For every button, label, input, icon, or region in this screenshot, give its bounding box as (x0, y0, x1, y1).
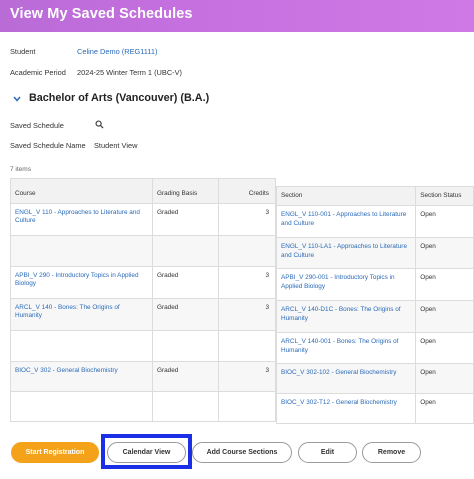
table-row: ARCL_V 140 - Bones: The Origins of Human… (10, 298, 276, 331)
credits-cell: 3 (218, 203, 276, 236)
course-link[interactable] (10, 391, 153, 422)
section-status-cell: Open (415, 268, 474, 302)
section-status-cell: Open (415, 363, 474, 395)
saved-schedule-name-value: Student View (94, 141, 138, 150)
section-link[interactable]: ENGL_V 110-LA1 - Approaches to Literatur… (275, 237, 417, 270)
course-link[interactable] (10, 235, 153, 267)
table-row: BIOC_V 302 - General Biochemistry Graded… (10, 361, 276, 392)
items-count: 7 items (10, 166, 31, 173)
highlight-box (101, 434, 192, 469)
section-status-cell: Open (415, 300, 474, 334)
page-header: View My Saved Schedules (0, 0, 474, 32)
grading-cell: Graded (152, 266, 219, 299)
student-label: Student (10, 47, 36, 56)
search-icon[interactable] (95, 120, 104, 129)
table-row: ENGL_V 110 - Approaches to Literature an… (10, 203, 276, 236)
section-status-cell: Open (415, 237, 474, 270)
add-course-sections-button[interactable]: Add Course Sections (192, 442, 292, 463)
table-row: ENGL_V 110-LA1 - Approaches to Literatur… (275, 237, 474, 270)
credits-column-header[interactable]: Credits (218, 178, 276, 204)
saved-schedule-name-label: Saved Schedule Name (10, 141, 86, 150)
credits-cell: 3 (218, 361, 276, 392)
grading-basis-column-header[interactable]: Grading Basis (152, 178, 219, 204)
section-status-column-header[interactable]: Section Status (415, 185, 474, 207)
table-row (10, 235, 276, 267)
program-title: Bachelor of Arts (Vancouver) (B.A.) (29, 92, 210, 104)
section-link[interactable]: ENGL_V 110-001 - Approaches to Literatur… (275, 205, 417, 239)
section-column-header[interactable]: Section (275, 185, 417, 207)
academic-period-label: Academic Period (10, 68, 66, 77)
grading-cell (152, 235, 219, 267)
courses-table: Course Grading Basis Credits ENGL_V 110 … (10, 178, 276, 422)
table-row: APBI_V 290-001 - Introductory Topics in … (275, 268, 474, 302)
grading-cell: Graded (152, 298, 219, 331)
academic-period-value: 2024-25 Winter Term 1 (UBC-V) (77, 68, 183, 77)
section-link[interactable]: BIOC_V 302-102 - General Biochemistry (275, 363, 417, 395)
section-status-cell: Open (415, 205, 474, 239)
start-registration-button[interactable]: Start Registration (11, 442, 99, 463)
table-row: ARCL_V 140-D1C - Bones: The Origins of H… (275, 300, 474, 334)
section-link[interactable]: ARCL_V 140-001 - Bones: The Origins of H… (275, 332, 417, 365)
course-link[interactable]: ENGL_V 110 - Approaches to Literature an… (10, 203, 153, 236)
course-link[interactable]: ARCL_V 140 - Bones: The Origins of Human… (10, 298, 153, 331)
remove-button[interactable]: Remove (362, 442, 421, 463)
credits-cell (218, 330, 276, 362)
credits-cell: 3 (218, 266, 276, 299)
saved-schedule-label: Saved Schedule (10, 121, 64, 130)
credits-cell (218, 391, 276, 422)
credits-cell: 3 (218, 298, 276, 331)
grading-cell (152, 330, 219, 362)
table-row: BIOC_V 302-102 - General Biochemistry Op… (275, 363, 474, 395)
course-link[interactable]: BIOC_V 302 - General Biochemistry (10, 361, 153, 392)
table-row (10, 330, 276, 362)
grading-cell: Graded (152, 361, 219, 392)
student-link[interactable]: Celine Demo (REG1111) (77, 47, 158, 56)
section-status-cell: Open (415, 393, 474, 425)
edit-button[interactable]: Edit (298, 442, 357, 463)
grading-cell (152, 391, 219, 422)
section-link[interactable]: BIOC_V 302-T12 - General Biochemistry (275, 393, 417, 425)
table-row (10, 391, 276, 422)
section-link[interactable]: ARCL_V 140-D1C - Bones: The Origins of H… (275, 300, 417, 334)
course-column-header[interactable]: Course (10, 178, 153, 204)
section-link[interactable]: APBI_V 290-001 - Introductory Topics in … (275, 268, 417, 302)
section-status-cell: Open (415, 332, 474, 365)
credits-cell (218, 235, 276, 267)
chevron-down-icon[interactable] (12, 94, 22, 104)
course-link[interactable]: APBI_V 290 - Introductory Topics in Appl… (10, 266, 153, 299)
page-title: View My Saved Schedules (10, 6, 193, 22)
grading-cell: Graded (152, 203, 219, 236)
table-row: BIOC_V 302-T12 - General Biochemistry Op… (275, 393, 474, 425)
table-row: ARCL_V 140-001 - Bones: The Origins of H… (275, 332, 474, 365)
course-link[interactable] (10, 330, 153, 362)
table-row: ENGL_V 110-001 - Approaches to Literatur… (275, 205, 474, 239)
sections-table: Section Section Status ENGL_V 110-001 - … (275, 185, 474, 425)
table-row: APBI_V 290 - Introductory Topics in Appl… (10, 266, 276, 299)
